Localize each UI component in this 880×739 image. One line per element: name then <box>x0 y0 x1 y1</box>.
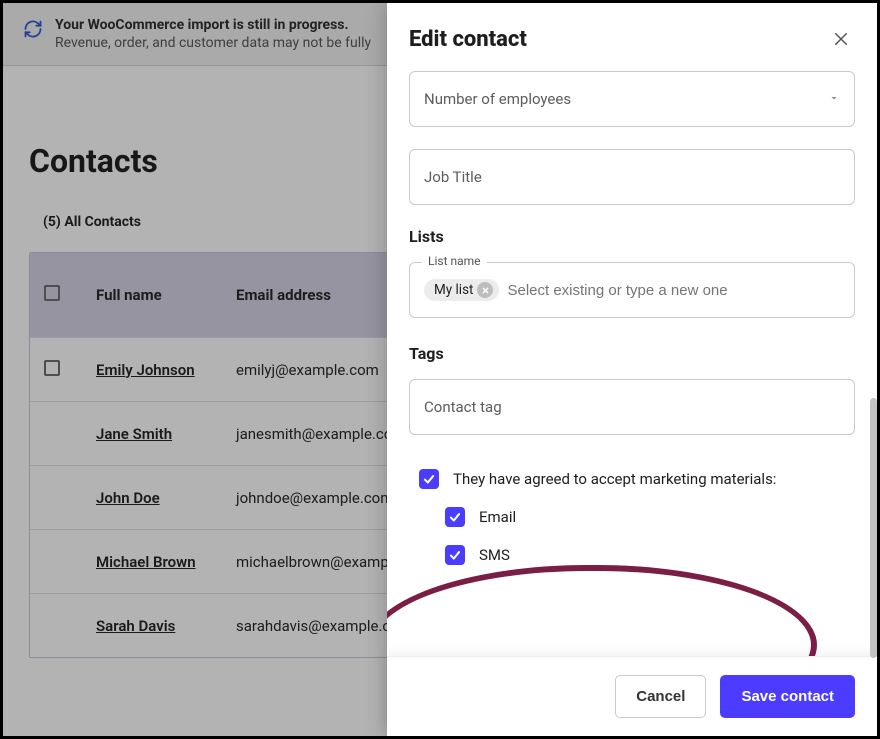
save-contact-button[interactable]: Save contact <box>720 675 855 718</box>
consent-email-checkbox[interactable] <box>445 507 465 527</box>
consent-email-label: Email <box>479 508 516 526</box>
consent-main-row[interactable]: They have agreed to accept marketing mat… <box>419 469 845 489</box>
consent-main-checkbox[interactable] <box>419 469 439 489</box>
consent-sms-row[interactable]: SMS <box>445 545 845 565</box>
consent-email-row[interactable]: Email <box>445 507 845 527</box>
job-title-input[interactable]: Job Title <box>409 149 855 205</box>
chip-remove-icon[interactable] <box>477 282 493 298</box>
tags-section-label: Tags <box>409 344 855 363</box>
list-name-input[interactable] <box>507 282 840 299</box>
consent-sms-label: SMS <box>479 546 510 564</box>
list-floating-label: List name <box>422 254 487 268</box>
marketing-consent-block: They have agreed to accept marketing mat… <box>409 457 855 589</box>
employees-select[interactable]: Number of employees <box>409 71 855 127</box>
list-name-field[interactable]: List name My list <box>409 262 855 318</box>
list-chip[interactable]: My list <box>424 279 499 301</box>
close-button[interactable] <box>827 25 855 53</box>
consent-sms-checkbox[interactable] <box>445 545 465 565</box>
lists-section-label: Lists <box>409 227 855 246</box>
drawer-title: Edit contact <box>409 27 527 52</box>
contact-tag-placeholder: Contact tag <box>424 398 502 416</box>
employees-select-label: Number of employees <box>424 90 571 108</box>
contact-tag-input[interactable]: Contact tag <box>409 379 855 435</box>
drawer-scrollbar[interactable] <box>870 398 877 658</box>
consent-main-label: They have agreed to accept marketing mat… <box>453 470 776 488</box>
list-chip-label: My list <box>434 282 473 298</box>
cancel-button[interactable]: Cancel <box>615 675 706 718</box>
chevron-down-icon <box>828 90 840 108</box>
edit-contact-drawer: Edit contact Number of employees Job Tit… <box>387 3 877 736</box>
job-title-placeholder: Job Title <box>424 168 482 186</box>
